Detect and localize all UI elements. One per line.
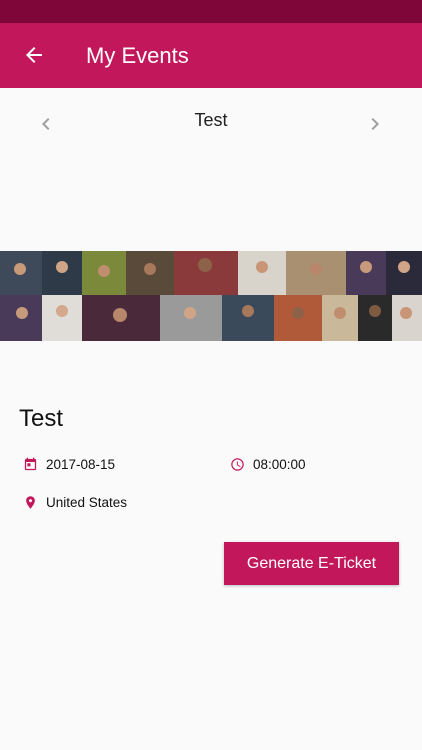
carousel-title: Test: [194, 110, 228, 130]
event-title: Test: [19, 405, 64, 432]
event-date: 2017-08-15: [23, 457, 115, 472]
event-time-text: 08:00:00: [253, 457, 306, 472]
location-pin-icon: [26, 496, 35, 509]
event-location-text: United States: [46, 495, 128, 510]
back-button[interactable]: [14, 35, 54, 75]
arrow-back-icon: [26, 47, 42, 63]
status-bar: [0, 0, 422, 23]
event-time: 08:00:00: [230, 457, 306, 472]
event-date-text: 2017-08-15: [46, 457, 116, 472]
event-location: United States: [23, 495, 127, 510]
calendar-icon: [24, 457, 37, 471]
clock-icon: [231, 458, 244, 471]
event-banner-image: [0, 251, 422, 341]
app-bar: My Events: [0, 23, 422, 88]
page-title: My Events: [86, 43, 189, 68]
chevron-right-icon: [371, 118, 379, 130]
carousel-next-button[interactable]: [361, 110, 389, 138]
generate-e-ticket-button[interactable]: Generate E-Ticket: [224, 542, 399, 585]
